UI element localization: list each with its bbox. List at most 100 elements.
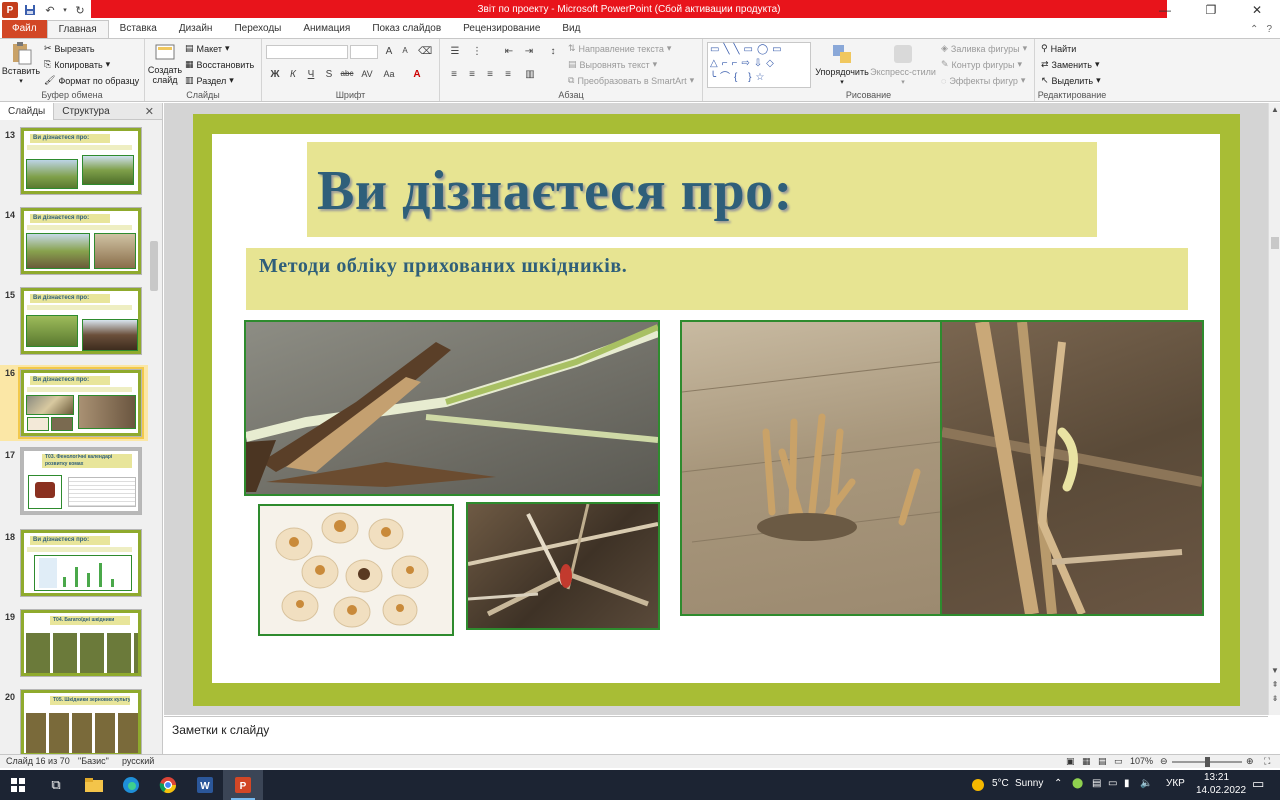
slide-thumbnail-selected[interactable]: 16 Ви дізнаєтеся про: [0, 365, 148, 441]
scroll-down-icon[interactable]: ▼ [1270, 666, 1280, 676]
security-icon[interactable]: ⬤ [1072, 778, 1083, 789]
weather-sun-icon[interactable] [966, 773, 990, 797]
line-spacing-icon[interactable]: ↕ [544, 46, 562, 57]
scroll-up-icon[interactable]: ▲ [1270, 105, 1280, 115]
redo-icon[interactable]: ↻ [72, 2, 88, 18]
tab-home[interactable]: Главная [46, 20, 109, 38]
new-slide-button[interactable]: Создать слайд [148, 41, 182, 85]
undo-icon[interactable]: ↶ [42, 2, 58, 18]
shape-effects-button[interactable]: ◌ Эффекты фигур ▾ [941, 75, 1025, 86]
reset-button[interactable]: ▦ Восстановить [185, 59, 254, 70]
arrange-button[interactable]: Упорядочить ▾ [815, 42, 869, 86]
panel-scrollbar-thumb[interactable] [150, 241, 158, 291]
minimize-ribbon-icon[interactable]: ⌃ [1250, 24, 1258, 35]
tab-review[interactable]: Рецензирование [452, 20, 551, 38]
shape-fill-button[interactable]: ◈ Заливка фигуры ▾ [941, 43, 1027, 54]
display-icon[interactable]: ▭ [1108, 778, 1117, 789]
subtitle-placeholder[interactable]: Методи обліку прихованих шкідників. [246, 248, 1188, 310]
save-icon[interactable] [22, 2, 38, 18]
fit-to-window-icon[interactable]: ⛶ [1264, 756, 1270, 767]
volume-icon[interactable]: 🔈 [1140, 778, 1152, 789]
task-view-icon[interactable]: ⧉ [44, 773, 68, 797]
close-icon[interactable]: ✕ [1234, 0, 1280, 20]
columns-icon[interactable]: ▥ [522, 69, 538, 80]
edge-icon[interactable] [119, 773, 143, 797]
grow-font-icon[interactable]: A [382, 46, 396, 57]
smartart-button[interactable]: ⧉ Преобразовать в SmartArt ▾ [568, 75, 694, 86]
numbering-icon[interactable]: ⋮ [468, 46, 486, 57]
align-center-icon[interactable]: ≡ [464, 69, 480, 80]
tab-slides[interactable]: Слайды [0, 102, 55, 120]
chrome-icon[interactable] [156, 773, 180, 797]
restore-icon[interactable]: ❐ [1188, 0, 1234, 20]
slide-sorter-icon[interactable]: ▦ [1082, 756, 1091, 767]
justify-icon[interactable]: ≡ [500, 69, 516, 80]
strikethrough-button[interactable]: abc [338, 69, 356, 78]
shadow-button[interactable]: S [322, 69, 336, 80]
slide-editor[interactable]: Ви дізнаєтеся про: Методи обліку прихова… [164, 103, 1268, 715]
language[interactable]: русский [122, 756, 154, 766]
powerpoint-icon[interactable]: P [231, 773, 255, 797]
bold-button[interactable]: Ж [268, 69, 282, 80]
layout-button[interactable]: ▤ Макет ▾ [185, 43, 230, 54]
font-size-combo[interactable] [350, 45, 378, 59]
photo-damaged-grains[interactable] [258, 504, 454, 636]
find-button[interactable]: ⚲ Найти [1041, 43, 1076, 54]
notes-pane[interactable]: Заметки к слайду [164, 716, 1268, 754]
decrease-indent-icon[interactable]: ⇤ [500, 46, 518, 57]
quick-styles-button[interactable]: Экспресс-стили ▾ [870, 42, 936, 86]
weather-desc[interactable]: Sunny [1015, 778, 1043, 789]
photo-damaged-stem[interactable] [244, 320, 660, 496]
slideshow-icon[interactable]: ▭ [1114, 756, 1123, 767]
panel-scrollbar[interactable] [148, 121, 160, 754]
tab-insert[interactable]: Вставка [109, 20, 168, 38]
increase-indent-icon[interactable]: ⇥ [520, 46, 538, 57]
show-hidden-icons-icon[interactable]: ⌃ [1054, 778, 1062, 789]
undo-dropdown-icon[interactable]: ▾ [62, 2, 68, 18]
italic-button[interactable]: К [286, 69, 300, 80]
title-placeholder[interactable]: Ви дізнаєтеся про: [307, 142, 1097, 237]
zoom-level[interactable]: 107% [1130, 756, 1153, 766]
reading-view-icon[interactable]: ▤ [1098, 756, 1107, 767]
windows-start-icon[interactable] [6, 773, 30, 797]
format-painter-button[interactable]: 🖌 Формат по образцу [44, 75, 139, 86]
tab-animations[interactable]: Анимация [292, 20, 361, 38]
tab-file[interactable]: Файл [2, 20, 47, 38]
editor-scrollbar-thumb[interactable] [1271, 237, 1279, 249]
replace-button[interactable]: ⇄ Заменить ▾ [1041, 59, 1100, 70]
tab-slideshow[interactable]: Показ слайдов [361, 20, 452, 38]
align-text-button[interactable]: ▤ Выровнять текст ▾ [568, 59, 657, 70]
tab-design[interactable]: Дизайн [168, 20, 224, 38]
tab-view[interactable]: Вид [551, 20, 591, 38]
text-direction-button[interactable]: ⇅ Направление текста ▾ [568, 43, 671, 54]
photo-field-damage[interactable] [680, 320, 1204, 616]
align-left-icon[interactable]: ≡ [446, 69, 462, 80]
file-explorer-icon[interactable] [82, 773, 106, 797]
zoom-slider[interactable] [1172, 757, 1242, 767]
shapes-gallery[interactable]: ▭╲╲▭◯▭ △⌐⌐⇨⇩◇ ╰⌒{ }☆ [707, 42, 811, 88]
network-icon[interactable]: ▤ [1092, 778, 1101, 789]
zoom-in-icon[interactable]: ⊕ [1246, 756, 1254, 767]
tab-transitions[interactable]: Переходы [223, 20, 292, 38]
shape-outline-button[interactable]: ✎ Контур фигуры ▾ [941, 59, 1022, 70]
char-spacing-button[interactable]: AV [358, 69, 376, 79]
bullets-icon[interactable]: ☰ [446, 46, 464, 57]
powerpoint-logo-icon[interactable]: P [2, 2, 18, 18]
photo-stem-base[interactable] [466, 502, 660, 630]
battery-icon[interactable]: ▮ [1124, 778, 1130, 789]
select-button[interactable]: ↖ Выделить ▾ [1041, 75, 1101, 86]
underline-button[interactable]: Ч [304, 69, 318, 80]
copy-button[interactable]: ⎘ Копировать ▾ [44, 59, 110, 70]
tab-outline[interactable]: Структура [54, 103, 117, 120]
shrink-font-icon[interactable]: A [398, 46, 412, 55]
slide-canvas[interactable]: Ви дізнаєтеся про: Методи обліку прихова… [193, 114, 1240, 706]
thumbnail-list[interactable]: 13 Ви дізнаєтеся про: 14 Ви дізнаєтеся п… [0, 121, 148, 754]
notifications-icon[interactable]: ▭ [1252, 776, 1264, 792]
normal-view-icon[interactable]: ▣ [1066, 756, 1075, 767]
next-slide-icon[interactable]: ⇟ [1270, 694, 1280, 704]
prev-slide-icon[interactable]: ⇞ [1270, 680, 1280, 690]
clock-time[interactable]: 13:21 [1204, 772, 1229, 783]
word-icon[interactable]: W [193, 773, 217, 797]
zoom-out-icon[interactable]: ⊖ [1160, 756, 1168, 767]
editor-scrollbar[interactable]: ▲ ▼ ⇞ ⇟ [1268, 103, 1280, 715]
